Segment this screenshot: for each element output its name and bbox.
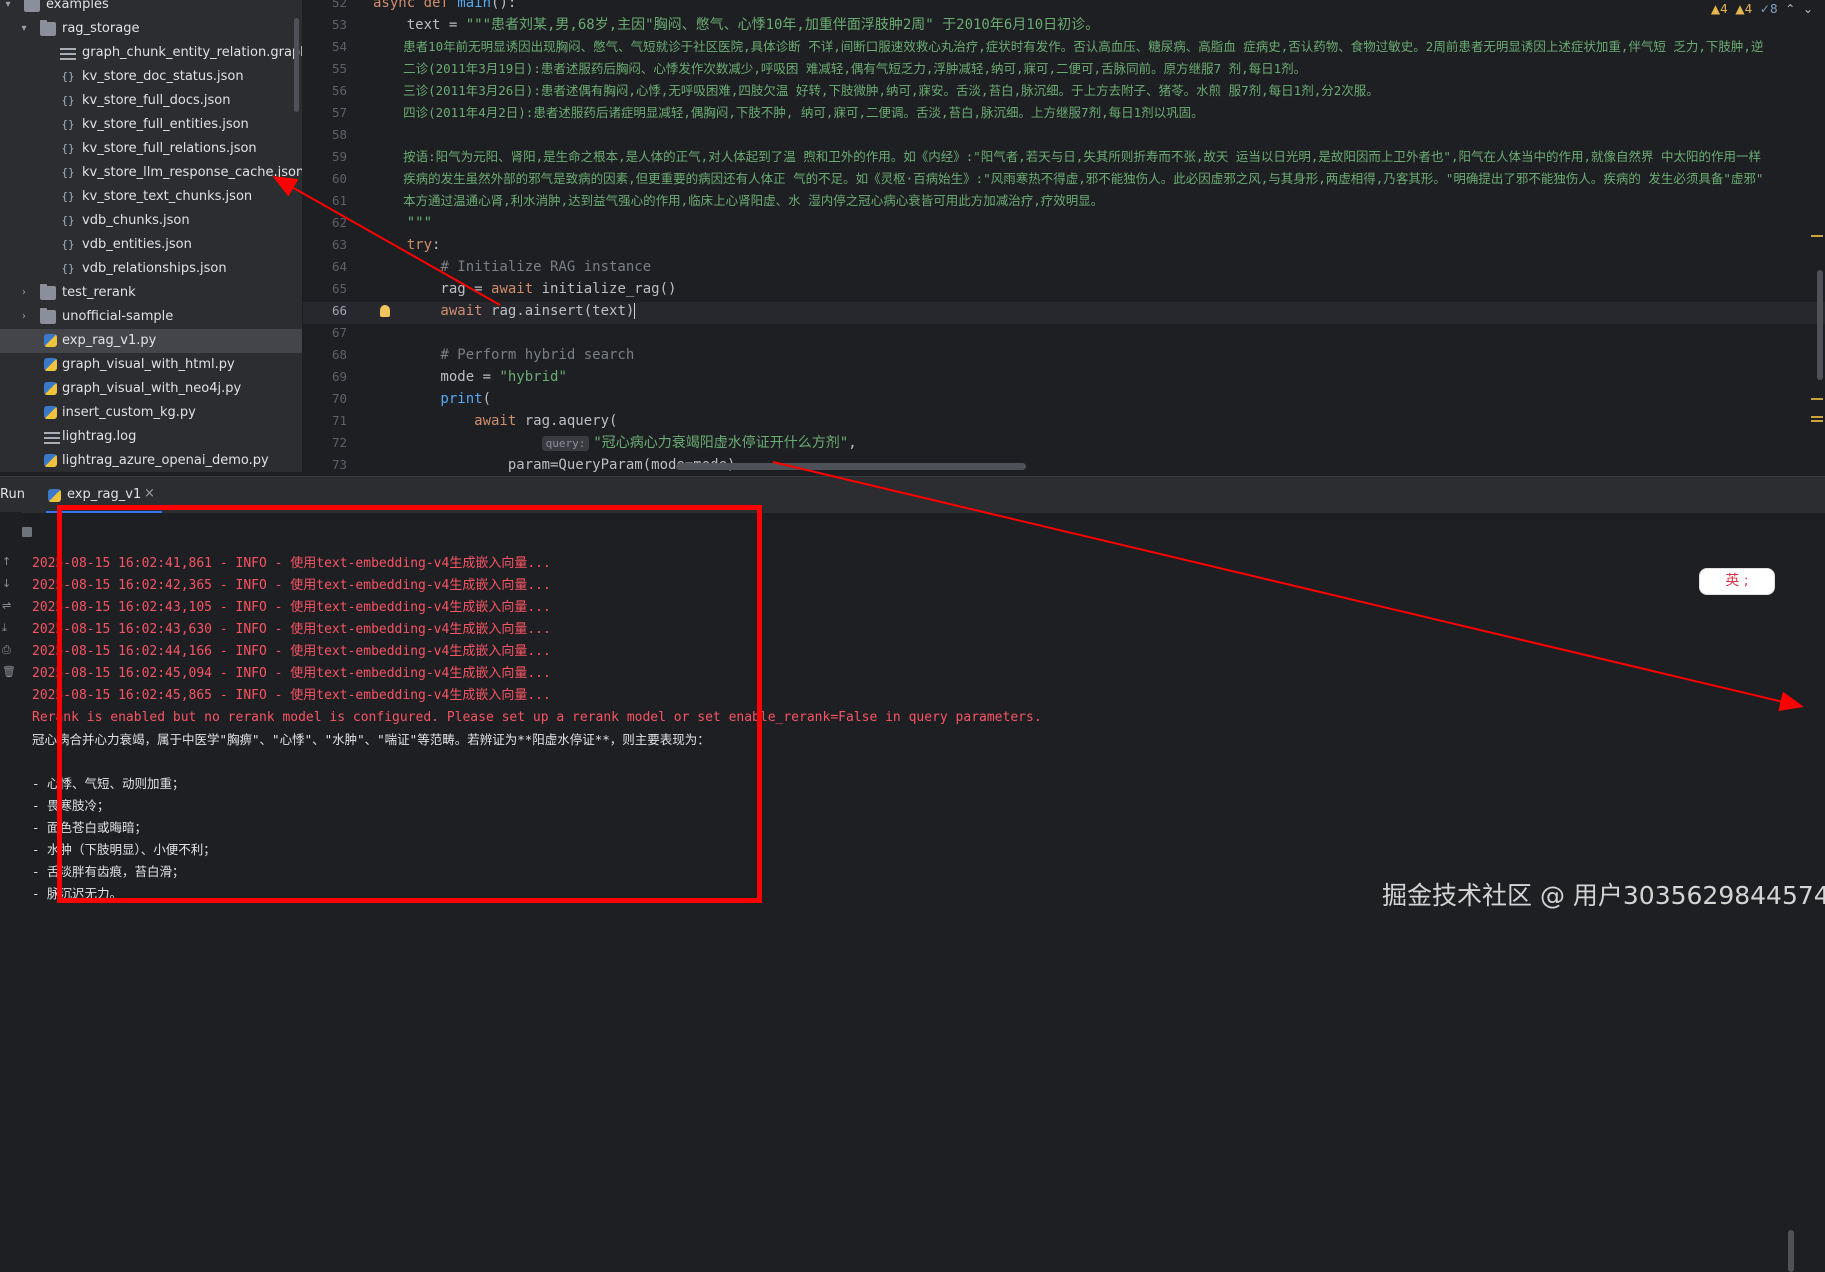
- arrow-to-cache-file: [272, 176, 501, 306]
- arrow-to-console: [772, 461, 1804, 712]
- ime-indicator[interactable]: 英 ;: [1699, 568, 1775, 595]
- console-scrollbar[interactable]: [1788, 1230, 1794, 1272]
- watermark: 掘金技术社区 @ 用户3035629844574: [1382, 881, 1825, 910]
- annotation-arrows: [272, 176, 1804, 712]
